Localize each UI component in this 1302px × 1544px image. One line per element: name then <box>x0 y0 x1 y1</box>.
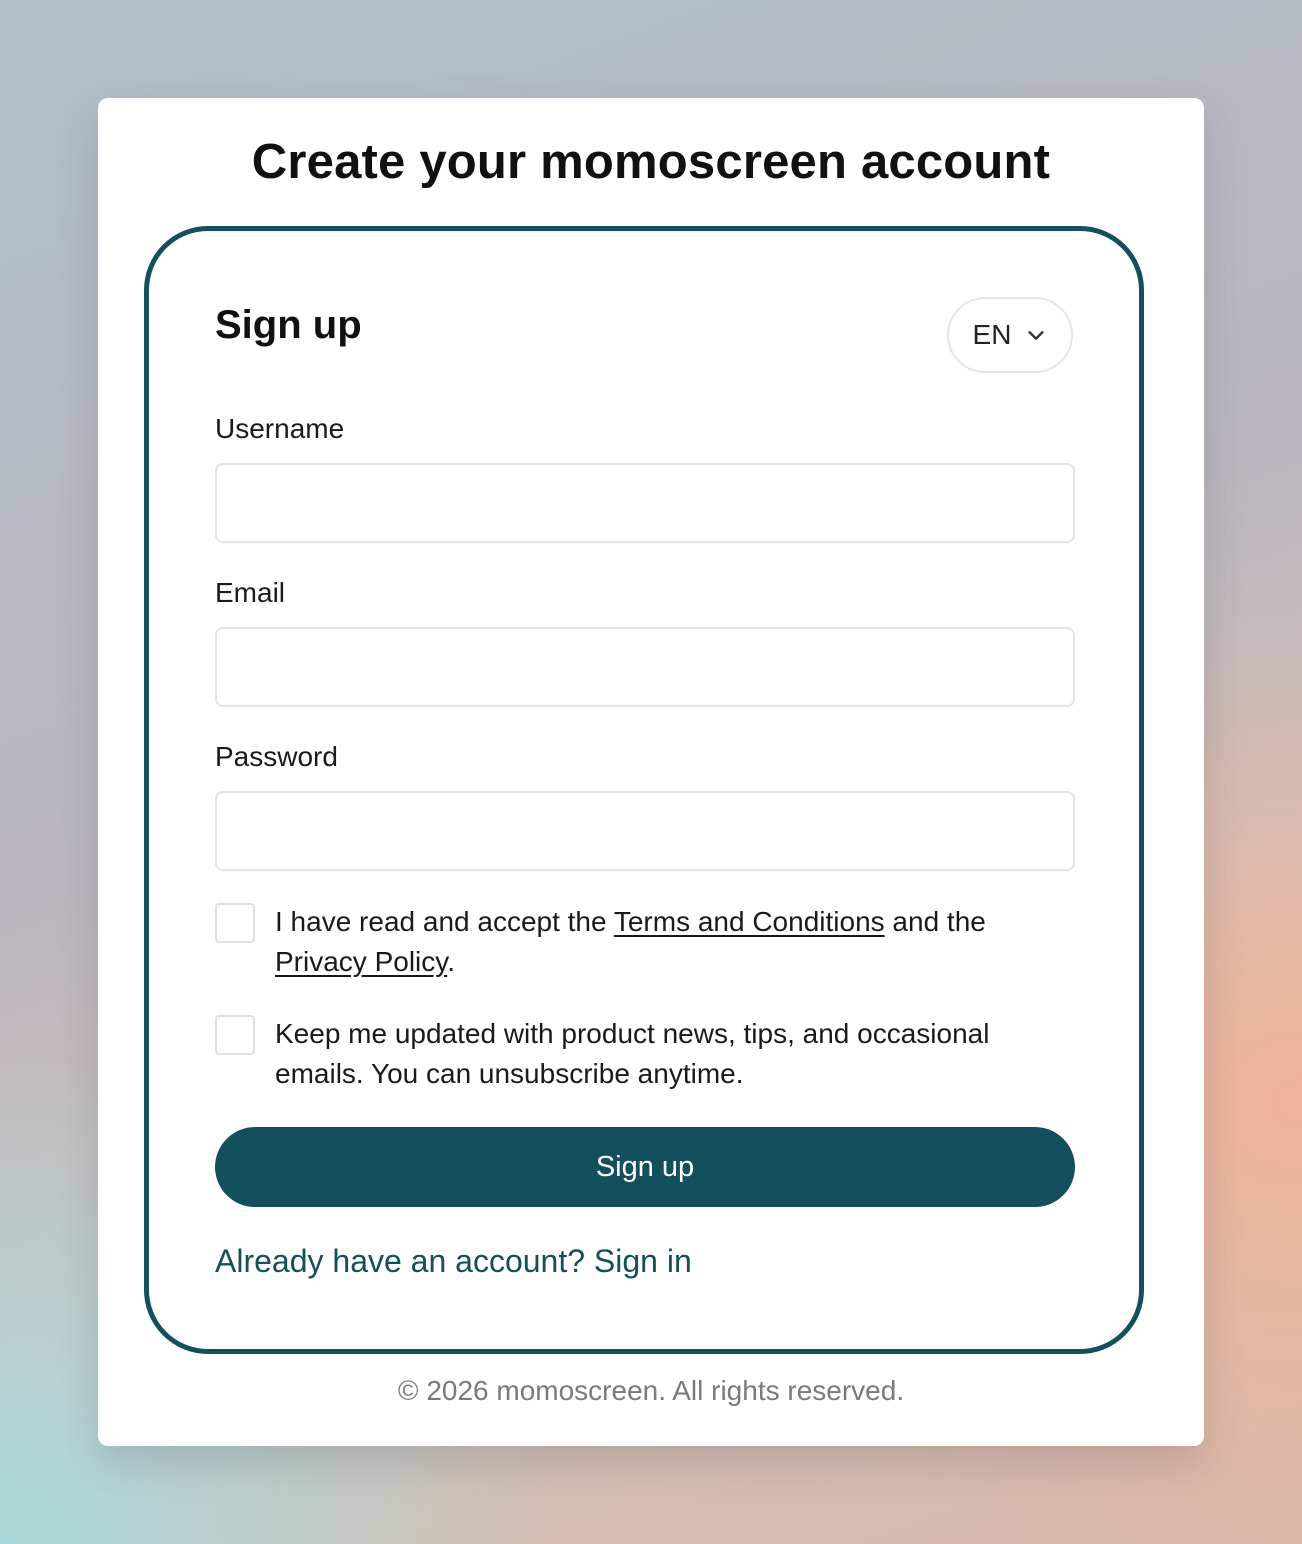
terms-text-before: I have read and accept the <box>275 906 614 937</box>
username-label: Username <box>215 413 345 444</box>
chevron-down-icon <box>1028 331 1045 340</box>
username-input[interactable] <box>215 463 1075 543</box>
signup-button[interactable]: Sign up <box>215 1127 1075 1207</box>
language-value: EN <box>972 319 1012 350</box>
copyright-footer: © 2026 momoscreen. All rights reserved. <box>397 1375 905 1406</box>
signin-link[interactable]: Already have an account? Sign in <box>215 1243 692 1280</box>
newsletter-checkbox[interactable] <box>215 1015 255 1055</box>
privacy-link[interactable]: Privacy Policy <box>275 946 447 977</box>
password-label: Password <box>215 741 338 772</box>
language-select[interactable]: EN <box>947 297 1073 373</box>
page-card: Create your momoscreen account Sign up E… <box>98 98 1204 1446</box>
terms-link[interactable]: Terms and Conditions <box>614 906 885 937</box>
email-input[interactable] <box>215 627 1075 707</box>
signup-panel: Sign up EN Username Email Password I hav… <box>144 226 1144 1354</box>
terms-text-after: . <box>447 946 455 977</box>
terms-text-middle: and the <box>884 906 986 937</box>
page-title: Create your momoscreen account <box>251 135 1051 189</box>
signup-heading: Sign up <box>215 303 362 347</box>
terms-checkbox[interactable] <box>215 903 255 943</box>
password-input[interactable] <box>215 791 1075 871</box>
newsletter-text: Keep me updated with product news, tips,… <box>275 1018 990 1089</box>
terms-text: I have read and accept the Terms and Con… <box>275 902 1075 982</box>
email-label: Email <box>215 577 286 608</box>
